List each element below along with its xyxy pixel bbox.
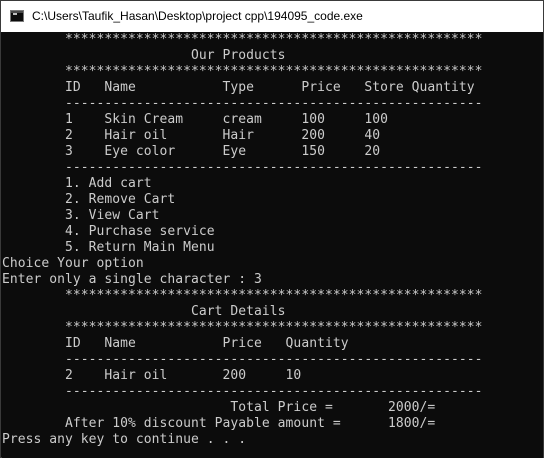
console-line: 4. Purchase service bbox=[2, 224, 215, 239]
console-app-icon bbox=[10, 10, 24, 22]
console-line: ID Name Type Price Store Quantity bbox=[2, 80, 475, 95]
console-line: After 10% discount Payable amount = 1800… bbox=[2, 416, 436, 431]
title-bar[interactable]: C:\Users\Taufik_Hasan\Desktop\project cp… bbox=[1, 1, 543, 32]
console-line: ----------------------------------------… bbox=[2, 160, 483, 175]
console-line: ****************************************… bbox=[2, 288, 483, 303]
console-line: 2 Hair oil Hair 200 40 bbox=[2, 128, 381, 143]
console-line: 3 Eye color Eye 150 20 bbox=[2, 144, 381, 159]
console-window: C:\Users\Taufik_Hasan\Desktop\project cp… bbox=[0, 0, 544, 458]
console-line: 2 Hair oil 200 10 bbox=[2, 368, 302, 383]
window-title: C:\Users\Taufik_Hasan\Desktop\project cp… bbox=[32, 9, 363, 23]
console-line: ----------------------------------------… bbox=[2, 384, 483, 399]
console-line: 2. Remove Cart bbox=[2, 192, 176, 207]
console-line: ****************************************… bbox=[2, 320, 483, 335]
console-line: ----------------------------------------… bbox=[2, 96, 483, 111]
console-output[interactable]: ****************************************… bbox=[2, 32, 543, 458]
console-line: Total Price = 2000/= bbox=[2, 400, 436, 415]
console-line: Choice Your option bbox=[2, 256, 144, 271]
console-line: ----------------------------------------… bbox=[2, 352, 483, 367]
console-line: 1. Add cart bbox=[2, 176, 152, 191]
console-line: ****************************************… bbox=[2, 64, 483, 79]
console-line: Enter only a single character : 3 bbox=[2, 272, 262, 287]
console-line: 3. View Cart bbox=[2, 208, 160, 223]
console-line: 5. Return Main Menu bbox=[2, 240, 215, 255]
console-line: ID Name Price Quantity bbox=[2, 336, 349, 351]
console-line: ****************************************… bbox=[2, 32, 483, 47]
console-line: Our Products bbox=[2, 48, 286, 63]
console-line: 1 Skin Cream cream 100 100 bbox=[2, 112, 388, 127]
console-line: Press any key to continue . . . bbox=[2, 432, 247, 447]
console-line: Cart Details bbox=[2, 304, 286, 319]
